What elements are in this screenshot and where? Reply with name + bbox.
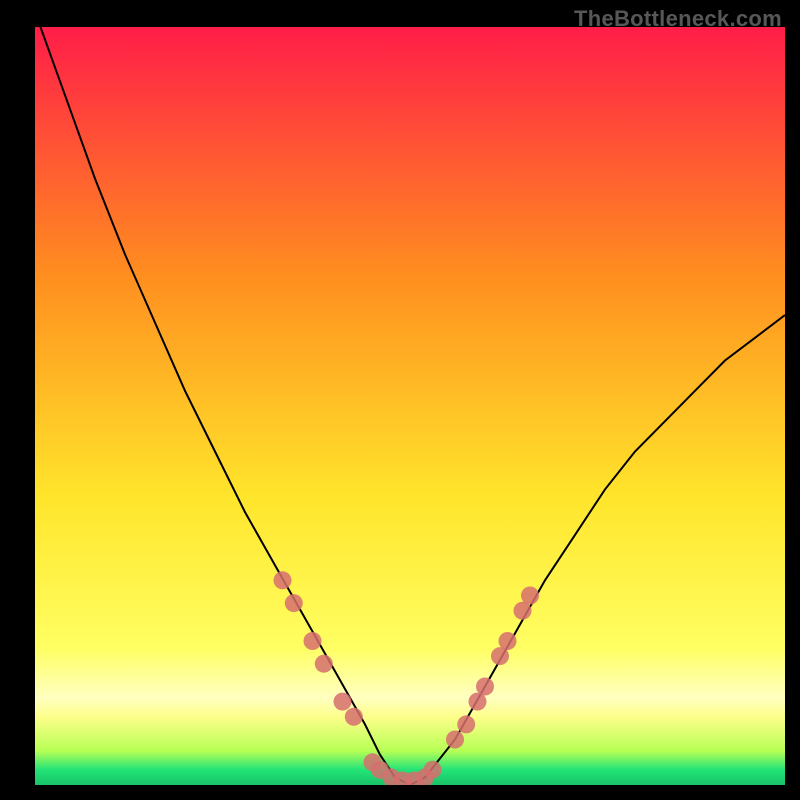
chart-frame: { "watermark": "TheBottleneck.com", "col… xyxy=(0,0,800,800)
chart-svg xyxy=(0,0,800,800)
watermark-text: TheBottleneck.com xyxy=(574,6,782,32)
marker-point xyxy=(424,761,442,779)
plot-background xyxy=(35,27,785,785)
marker-point xyxy=(315,655,333,673)
marker-point xyxy=(345,708,363,726)
marker-point xyxy=(304,632,322,650)
marker-point xyxy=(476,678,494,696)
marker-point xyxy=(446,731,464,749)
marker-point xyxy=(285,594,303,612)
marker-point xyxy=(334,693,352,711)
marker-point xyxy=(499,632,517,650)
marker-point xyxy=(457,715,475,733)
marker-point xyxy=(521,587,539,605)
marker-point xyxy=(274,571,292,589)
